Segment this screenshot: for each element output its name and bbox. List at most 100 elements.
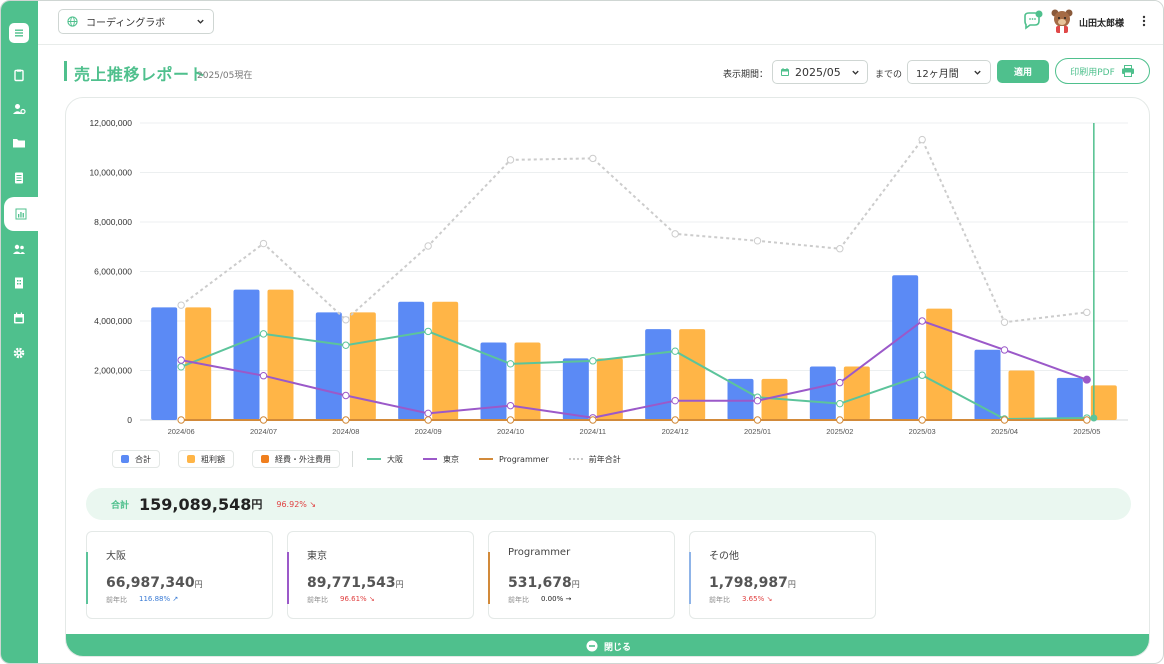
bar-gross <box>679 329 706 420</box>
card-accent <box>488 552 490 604</box>
legend-line <box>568 458 583 460</box>
legend-prev-total[interactable]: 前年合計 <box>568 454 621 465</box>
range-value: 12ヶ月間 <box>916 68 959 80</box>
user-settings-icon[interactable] <box>5 95 33 123</box>
series-point <box>1083 308 1091 317</box>
series-point <box>1083 416 1091 424</box>
building-icon[interactable] <box>5 269 33 297</box>
legend-label: 粗利額 <box>201 454 225 464</box>
page-subtitle: 2025/05現在 <box>197 71 253 81</box>
notification-chat-icon[interactable] <box>1021 10 1043 32</box>
series-point <box>259 416 268 424</box>
series-line <box>180 137 1087 324</box>
bar-gross <box>596 358 623 420</box>
series-point <box>1000 318 1009 326</box>
top-bar: コーディングラボ 山田太郎様 <box>38 1 1163 45</box>
series-point <box>506 401 515 410</box>
bar-total <box>562 358 589 420</box>
series-point <box>506 360 515 368</box>
legend-tokyo[interactable]: 東京 <box>423 454 459 465</box>
range-select[interactable]: 12ヶ月間 <box>907 60 991 84</box>
series-point <box>918 317 926 325</box>
until-label: までの <box>875 70 903 80</box>
minus-circle-icon <box>586 640 598 652</box>
region-value: 1,798,987円 <box>709 575 796 591</box>
region-amount: 1,798,987 <box>709 575 788 591</box>
app-window: コーディングラボ 山田太郎様 売上推移レポート 2025/05現在 表示期間： … <box>0 0 1164 664</box>
legend-label: 大阪 <box>387 454 403 464</box>
print-pdf-label: 印刷用PDF <box>1070 67 1115 78</box>
user-name[interactable]: 山田太郎様 <box>1079 16 1124 29</box>
bar-total <box>892 275 919 420</box>
chart-icon[interactable] <box>4 197 38 231</box>
series-point <box>918 135 926 144</box>
printer-icon <box>1121 65 1134 77</box>
region-card-other: その他 1,798,987円 前年比 3.65% ↘ <box>689 531 876 619</box>
document-icon[interactable] <box>5 164 33 192</box>
x-tick-label: 2024/10 <box>497 427 524 436</box>
team-icon[interactable] <box>5 235 33 263</box>
more-options-icon[interactable] <box>1141 13 1147 29</box>
x-tick-label: 2025/04 <box>991 427 1018 436</box>
org-name: コーディングラボ <box>86 18 166 29</box>
series-point <box>671 416 679 424</box>
x-tick-label: 2024/07 <box>250 427 277 436</box>
series-point <box>1000 416 1009 424</box>
series-point <box>836 378 844 387</box>
period-label: 表示期間： <box>723 70 769 80</box>
close-button[interactable]: 閉じる <box>66 634 1149 656</box>
region-card-programmer: Programmer 531,678円 前年比 0.00% → <box>488 531 675 619</box>
series-point <box>1000 346 1009 354</box>
series-point <box>836 245 844 253</box>
print-pdf-button[interactable]: 印刷用PDF <box>1055 58 1150 84</box>
total-unit: 円 <box>251 498 263 511</box>
x-tick-label: 2025/03 <box>909 427 936 436</box>
folder-icon[interactable] <box>5 129 33 157</box>
series-point <box>836 416 844 424</box>
region-amount: 66,987,340 <box>106 575 195 591</box>
legend-gross[interactable]: 粗利額 <box>178 450 234 468</box>
gear-icon[interactable] <box>5 339 33 367</box>
x-tick-label: 2024/12 <box>662 427 689 436</box>
hover-point <box>1082 375 1091 384</box>
region-yoy: 96.61% ↘ <box>340 595 375 603</box>
region-card-osaka: 大阪 66,987,340円 前年比 116.88% ↗ <box>86 531 273 619</box>
calendar-icon[interactable] <box>5 304 33 332</box>
series-point <box>342 416 350 424</box>
card-accent <box>287 552 289 604</box>
legend-total[interactable]: 合計 <box>112 450 160 468</box>
bar-gross <box>1008 370 1035 420</box>
org-select[interactable]: コーディングラボ <box>58 9 214 34</box>
total-yoy: 96.92% ↘ <box>276 499 317 509</box>
legend-programmer[interactable]: Programmer <box>479 455 549 464</box>
menu-icon[interactable] <box>9 23 29 43</box>
legend-expense[interactable]: 経費・外注費用 <box>252 450 340 468</box>
report-card: 0 2,000,000 4,000,000 6,000,000 8,000,000 10,… <box>65 97 1150 657</box>
legend-swatch <box>187 455 195 463</box>
apply-button[interactable]: 適用 <box>997 60 1049 83</box>
chart-legend: 合計 粗利額 経費・外注費用 大阪 東京 Programmer 前年合計 <box>112 450 641 468</box>
bar-total <box>727 378 754 420</box>
avatar[interactable] <box>1050 8 1074 34</box>
region-unit: 円 <box>194 580 203 589</box>
bar-total <box>315 312 342 420</box>
x-tick-label: 2025/05 <box>1073 427 1100 436</box>
series-point <box>506 156 515 164</box>
region-compare-label: 前年比 <box>709 596 730 604</box>
card-accent <box>86 552 88 604</box>
legend-swatch <box>261 455 269 463</box>
series-point <box>259 239 268 248</box>
region-compare-label: 前年比 <box>106 596 127 604</box>
clipboard-icon[interactable] <box>5 61 33 89</box>
bar-gross <box>432 301 459 420</box>
month-select[interactable]: 2025/05 <box>772 60 868 84</box>
region-yoy: 0.00% → <box>541 595 572 603</box>
series-point <box>424 416 432 424</box>
series-point <box>753 237 762 245</box>
bar-gross <box>267 289 294 420</box>
legend-label: Programmer <box>499 454 549 464</box>
y-tick-label: 4,000,000 <box>94 316 132 326</box>
x-tick-label: 2024/09 <box>415 427 442 436</box>
hover-point <box>1090 414 1098 422</box>
legend-osaka[interactable]: 大阪 <box>367 454 403 465</box>
